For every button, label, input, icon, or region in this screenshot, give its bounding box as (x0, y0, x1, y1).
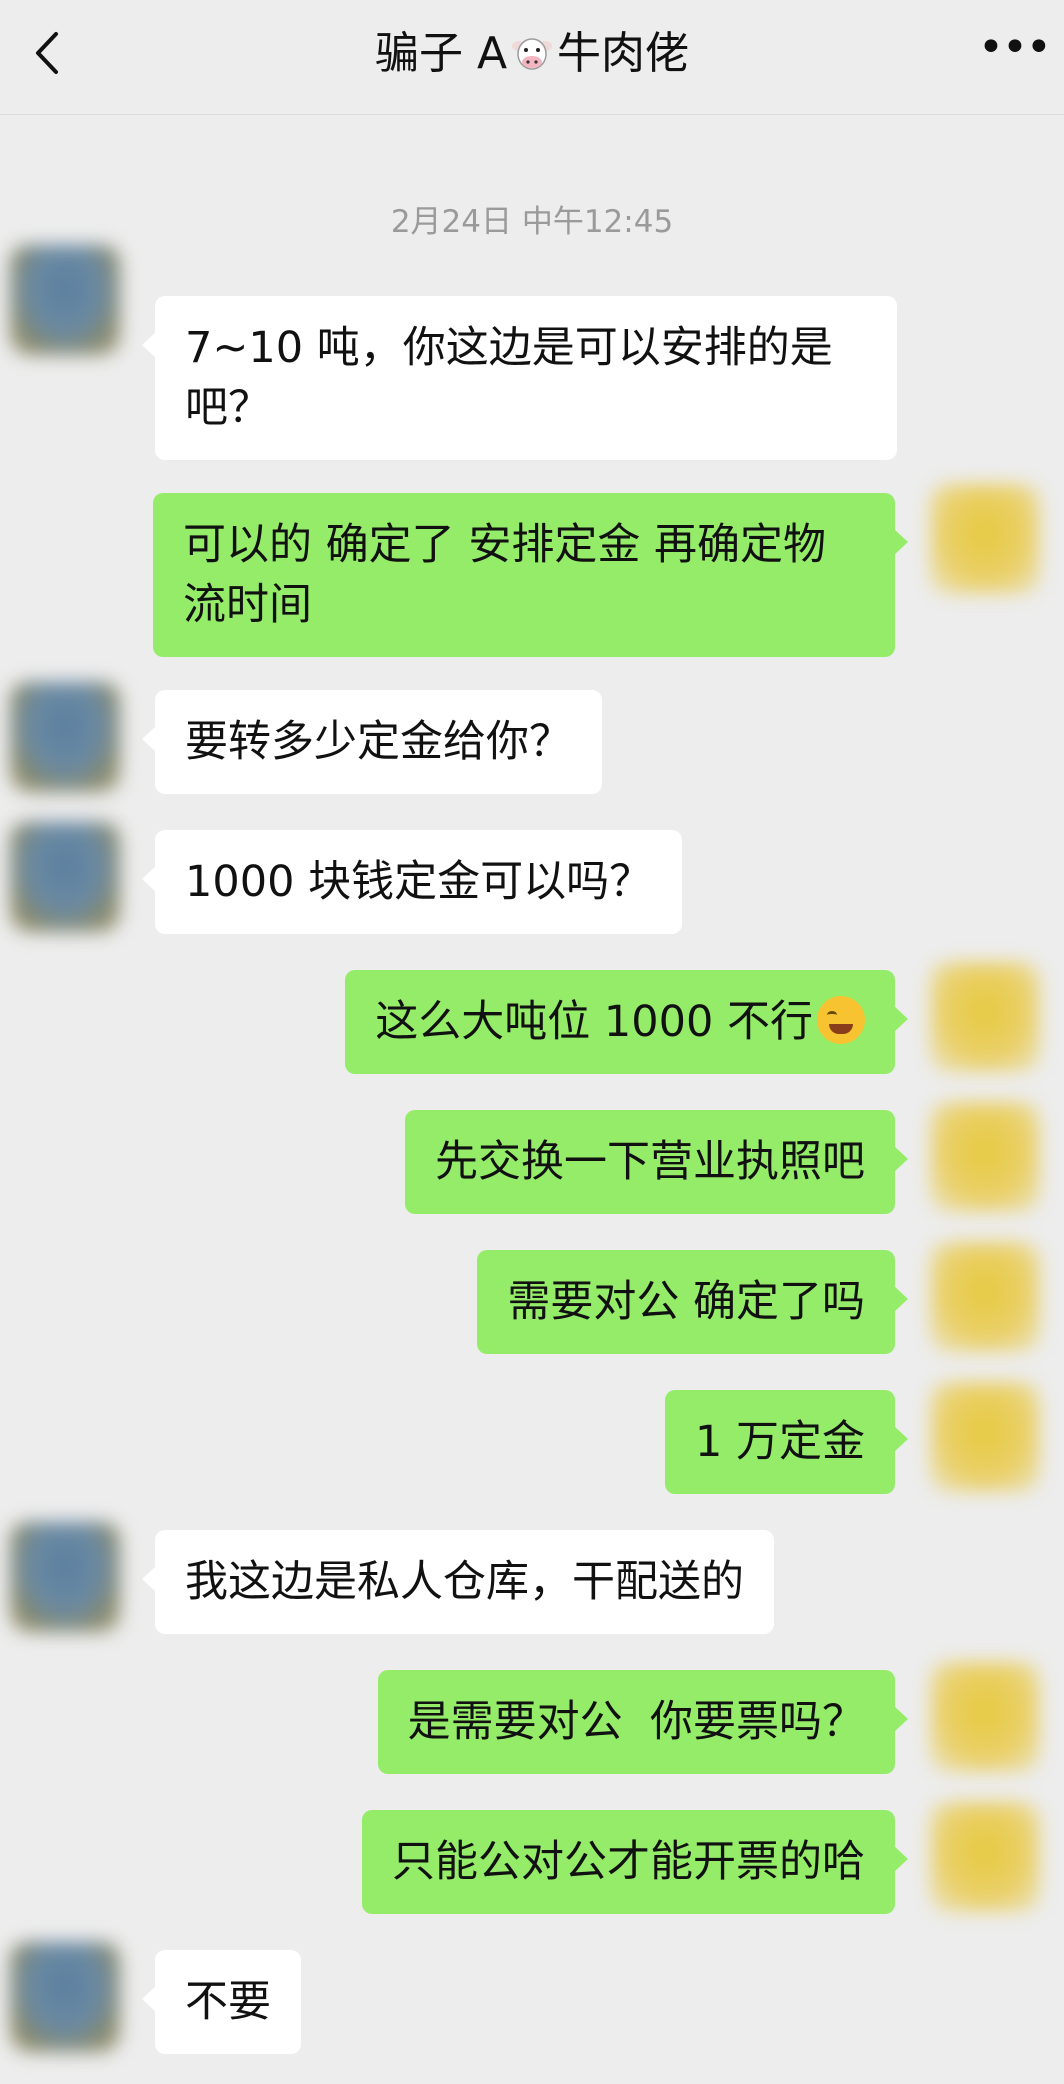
my-avatar[interactable] (930, 1382, 1040, 1492)
contact-avatar[interactable] (10, 1522, 120, 1632)
message-text: 7~10 吨，你这边是可以安排的是吧？ (185, 323, 833, 433)
chat-header: 骗子 A 牛肉佬 ••• (0, 0, 1064, 115)
outgoing-message[interactable]: 需要对公 确定了吗 (477, 1250, 908, 1354)
my-avatar[interactable] (930, 1242, 1040, 1352)
chat-title-prefix: 骗子 A (374, 28, 508, 79)
message-text: 只能公对公才能开票的哈 (392, 1837, 865, 1887)
more-dots-icon[interactable]: ••• (978, 26, 1052, 74)
contact-avatar[interactable] (10, 1942, 120, 2052)
outgoing-message[interactable]: 1 万定金 (664, 1390, 909, 1494)
message-text: 1 万定金 (694, 1417, 865, 1467)
incoming-message[interactable]: 我这边是私人仓库，干配送的 (142, 1530, 774, 1634)
message-text: 要转多少定金给你？ (185, 717, 572, 767)
contact-avatar[interactable] (10, 682, 120, 792)
cow-face-icon (512, 38, 553, 70)
incoming-message[interactable]: 1000 块钱定金可以吗？ (141, 830, 683, 934)
outgoing-message[interactable]: 只能公对公才能开票的哈 (362, 1810, 908, 1914)
chat-title-suffix: 牛肉佬 (557, 28, 690, 79)
incoming-message[interactable]: 不要 (142, 1950, 301, 2054)
message-timestamp: 2月24日 中午12:45 (390, 204, 674, 240)
contact-avatar[interactable] (10, 822, 120, 932)
incoming-message[interactable]: 7~10 吨，你这边是可以安排的是吧？ (142, 296, 897, 460)
message-text: 这么大吨位 1000 不行 (375, 997, 813, 1047)
message-text: 不要 (185, 1977, 271, 2027)
message-text: 需要对公 确定了吗 (507, 1277, 865, 1327)
chat-title: 骗子 A 牛肉佬 (0, 24, 1064, 84)
message-text: 可以的 确定了 安排定金 再确定物流时间 (183, 520, 827, 630)
message-text: 我这边是私人仓库，干配送的 (185, 1557, 744, 1607)
outgoing-message[interactable]: 先交换一下营业执照吧 (405, 1110, 908, 1214)
message-text: 先交换一下营业执照吧 (435, 1137, 865, 1187)
my-avatar[interactable] (930, 1662, 1040, 1772)
incoming-message[interactable]: 要转多少定金给你？ (142, 690, 602, 794)
my-avatar[interactable] (930, 1802, 1040, 1912)
message-text: 1000 块钱定金可以吗？ (185, 857, 653, 907)
contact-avatar[interactable] (10, 245, 120, 355)
outgoing-message[interactable]: 是需要对公 你要票吗？ (377, 1670, 909, 1774)
my-avatar[interactable] (930, 962, 1040, 1072)
message-text: 是需要对公 你要票吗？ (407, 1697, 865, 1747)
outgoing-message[interactable]: 这么大吨位 1000 不行 (345, 970, 908, 1074)
crying-laughing-face-icon (817, 996, 865, 1044)
my-avatar[interactable] (930, 1102, 1040, 1212)
my-avatar[interactable] (930, 484, 1040, 594)
outgoing-message[interactable]: 可以的 确定了 安排定金 再确定物流时间 (153, 493, 908, 657)
